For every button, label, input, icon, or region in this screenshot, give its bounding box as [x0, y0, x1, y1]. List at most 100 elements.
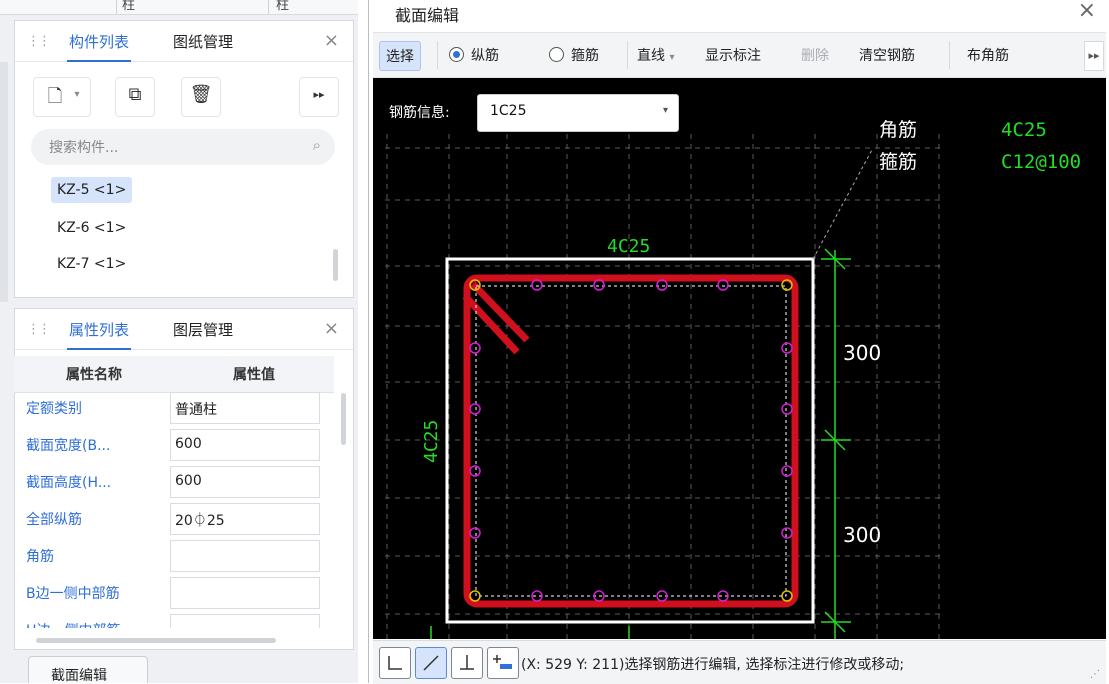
property-row: 截面宽度(B... 600 — [14, 427, 334, 463]
section-edit-button[interactable]: 截面编辑 — [28, 656, 148, 683]
new-component-button[interactable]: 🗋 ▾ — [33, 77, 91, 117]
callout-stirrup-value[interactable]: C12@100 — [1001, 151, 1081, 173]
header-property-value: 属性值 — [233, 367, 275, 383]
component-panel: ⋮⋮ 构件列表 图纸管理 × 🗋 ▾ ⧉ 🗑 ▸▸ 搜索构件... ⌕ KZ-5… — [14, 20, 354, 298]
property-value: 20⏀25 — [175, 513, 225, 529]
double-chevron-right-icon: ▸▸ — [313, 88, 325, 101]
property-row: 角筋 — [14, 538, 334, 574]
add-point-button[interactable] — [487, 647, 519, 679]
corner-rebar-button[interactable]: 布角筋 — [967, 45, 1009, 65]
more-tools-button[interactable]: ▸▸ — [1084, 41, 1104, 71]
property-value-field[interactable] — [170, 614, 320, 628]
stirrup-label[interactable]: 箍筋 — [571, 45, 599, 65]
top-strip-col2: 柱 — [276, 0, 290, 13]
status-message: (X: 529 Y: 211)选择钢筋进行编辑, 选择标注进行修改或移动; — [521, 657, 905, 673]
stirrup-radio[interactable] — [549, 47, 564, 62]
property-value-field[interactable]: 600 — [170, 466, 320, 498]
property-value-field[interactable] — [170, 540, 320, 572]
drag-grip-icon[interactable]: ⋮⋮ — [27, 322, 51, 337]
chevron-down-icon: ▾ — [669, 52, 675, 63]
section-toolbar: 选择 纵筋 箍筋 直线 ▾ 显示标注 删除 清空钢筋 布角筋 ▸▸ — [373, 32, 1106, 78]
close-icon[interactable]: × — [324, 30, 339, 51]
header-property-name: 属性名称 — [66, 367, 122, 383]
section-edit-label: 截面编辑 — [51, 668, 107, 683]
property-name: 角筋 — [26, 549, 54, 565]
dimension-upper[interactable]: 300 — [843, 341, 881, 365]
property-name: 截面高度(H... — [26, 475, 112, 491]
top-strip: 柱 柱 — [0, 0, 358, 15]
property-table-header: 属性名称 属性值 — [14, 356, 334, 393]
property-value-field[interactable]: 600 — [170, 429, 320, 461]
status-bar: (X: 529 Y: 211)选择钢筋进行编辑, 选择标注进行修改或移动; ⋰ — [373, 640, 1106, 684]
dimension-lower[interactable]: 300 — [843, 523, 881, 547]
copy-component-button[interactable]: ⧉ — [115, 77, 155, 117]
dialog-close-icon[interactable]: × — [1078, 0, 1096, 23]
expand-toolbar-button[interactable]: ▸▸ — [299, 77, 339, 117]
component-item-kz6[interactable]: KZ-6 <1> — [51, 215, 132, 241]
property-row: B边一侧中部筋 — [14, 575, 334, 611]
chevron-down-icon: ▾ — [662, 105, 668, 116]
property-value: 600 — [175, 473, 202, 489]
search-placeholder: 搜索构件... — [49, 140, 119, 156]
longitudinal-radio[interactable] — [449, 47, 464, 62]
plus-line-icon — [493, 655, 512, 669]
property-value-field[interactable] — [170, 577, 320, 609]
component-item-kz5[interactable]: KZ-5 <1> — [51, 177, 133, 203]
clear-rebar-button[interactable]: 清空钢筋 — [859, 45, 915, 65]
property-name: H边一侧中部筋 — [26, 620, 121, 628]
property-row: 全部纵筋 20⏀25 — [14, 501, 334, 537]
orthogonal-mode-button[interactable] — [379, 647, 411, 679]
property-name: 全部纵筋 — [26, 512, 82, 528]
line-mode-dropdown[interactable]: 直线 ▾ — [637, 45, 674, 65]
copy-icon: ⧉ — [128, 84, 142, 105]
delete-component-button[interactable]: 🗑 — [181, 77, 221, 117]
property-value-field[interactable]: 普通柱 — [170, 392, 320, 424]
dialog-title: 截面编辑 — [395, 6, 460, 25]
section-edit-dialog: 截面编辑 × 选择 纵筋 箍筋 直线 ▾ 显示标注 删除 清空钢筋 布角筋 ▸▸ — [368, 0, 1109, 684]
search-icon: ⌕ — [312, 136, 321, 154]
property-value: 普通柱 — [175, 402, 217, 418]
callout-corner-label[interactable]: 角筋 — [879, 119, 917, 141]
top-edge-label[interactable]: 4C25 — [607, 236, 650, 257]
drag-grip-icon[interactable]: ⋮⋮ — [27, 34, 51, 49]
perpendicular-mode-button[interactable] — [451, 647, 483, 679]
callout-corner-value[interactable]: 4C25 — [1001, 119, 1047, 141]
component-item-kz7[interactable]: KZ-7 <1> — [51, 251, 132, 277]
property-name: 定额类别 — [26, 401, 82, 417]
callout-leader — [812, 147, 874, 260]
section-canvas[interactable]: 角筋 4C25 箍筋 C12@100 4C25 4C25 300 300 钢筋信… — [373, 78, 1106, 639]
property-row: 截面高度(H... 600 — [14, 464, 334, 500]
corner-line-icon — [388, 656, 402, 670]
longitudinal-label[interactable]: 纵筋 — [471, 45, 499, 65]
section-drawing[interactable]: 角筋 4C25 箍筋 C12@100 4C25 4C25 300 300 — [373, 78, 1106, 639]
property-row: H边一侧中部筋 — [14, 612, 334, 628]
diagonal-line-icon — [423, 655, 439, 671]
property-panel-header: ⋮⋮ 属性列表 图层管理 × — [15, 309, 353, 350]
property-row: 定额类别 普通柱 — [14, 390, 334, 426]
callout-stirrup-label[interactable]: 箍筋 — [879, 151, 917, 173]
perpendicular-icon — [460, 655, 474, 670]
show-dimensions-button[interactable]: 显示标注 — [705, 45, 761, 65]
panel-edge — [0, 62, 8, 302]
free-line-mode-button[interactable] — [415, 647, 447, 679]
select-button[interactable]: 选择 — [379, 41, 421, 71]
tab-property-list[interactable]: 属性列表 — [66, 319, 132, 350]
property-horizontal-scrollbar[interactable] — [36, 638, 276, 643]
property-value-field[interactable]: 20⏀25 — [170, 503, 320, 535]
resize-grip-icon[interactable]: ⋰ — [1090, 669, 1100, 680]
top-strip-col1: 柱 — [122, 0, 136, 13]
close-icon[interactable]: × — [324, 318, 339, 339]
rebar-info-value: 1C25 — [490, 103, 527, 119]
rebar-info-label: 钢筋信息: — [389, 105, 450, 121]
component-list-scrollbar[interactable] — [333, 249, 338, 281]
property-value: 600 — [175, 436, 202, 452]
left-edge-label[interactable]: 4C25 — [421, 420, 442, 463]
line-mode-label: 直线 — [637, 48, 665, 64]
tab-drawing-management[interactable]: 图纸管理 — [173, 31, 233, 52]
tab-layer-management[interactable]: 图层管理 — [173, 319, 233, 340]
rebar-info-select[interactable]: 1C25 ▾ — [477, 94, 679, 132]
search-component-input[interactable]: 搜索构件... ⌕ — [31, 129, 335, 165]
property-list-scrollbar[interactable] — [341, 393, 346, 445]
tab-component-list[interactable]: 构件列表 — [66, 31, 132, 62]
delete-button[interactable]: 删除 — [801, 45, 829, 65]
